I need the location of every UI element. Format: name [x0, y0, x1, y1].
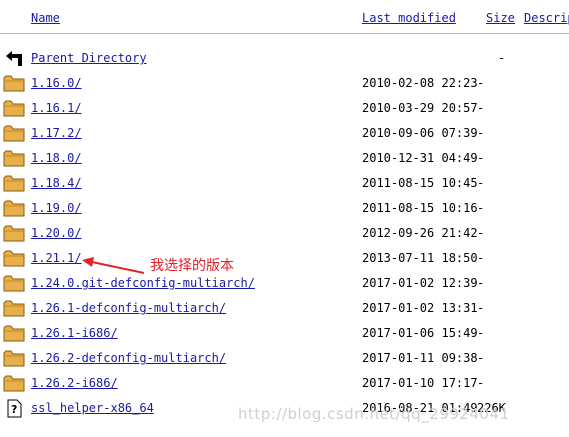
entry-link[interactable]: 1.18.4/: [31, 176, 82, 190]
entry-link[interactable]: ssl_helper-x86_64: [31, 401, 154, 415]
listing-row: 1.16.0/2010-02-08 22:23-: [0, 71, 569, 96]
entry-link[interactable]: 1.21.1/: [31, 251, 82, 265]
watermark: http://blog.csdn.net/qq_29924041: [238, 405, 510, 423]
folder-icon: [3, 249, 25, 268]
annotation-text: 我选择的版本: [150, 258, 234, 274]
folder-icon: [3, 99, 25, 118]
svg-text:?: ?: [11, 403, 17, 416]
entry-link[interactable]: 1.17.2/: [31, 126, 82, 140]
back-arrow-icon: [3, 49, 25, 68]
entry-size: -: [477, 201, 485, 215]
folder-icon: [3, 174, 25, 193]
entry-size: -: [477, 301, 485, 315]
listing-row: 1.19.0/2011-08-15 10:16-: [0, 196, 569, 221]
entry-date: 2017-01-10 17:17: [362, 376, 478, 390]
folder-icon: [3, 74, 25, 93]
folder-icon: [3, 149, 25, 168]
listing-row: 1.18.0/2010-12-31 04:49-: [0, 146, 569, 171]
entry-link[interactable]: 1.18.0/: [31, 151, 82, 165]
listing-row: 1.26.1-defconfig-multiarch/2017-01-02 13…: [0, 296, 569, 321]
entry-size: -: [477, 126, 485, 140]
entry-date: 2017-01-02 13:31: [362, 301, 478, 315]
folder-icon: [3, 349, 25, 368]
unknown-file-icon: ?: [3, 399, 25, 418]
entry-link[interactable]: 1.16.1/: [31, 101, 82, 115]
column-header-last-modified[interactable]: Last modified: [362, 11, 456, 25]
entry-size: -: [477, 76, 485, 90]
column-header-description[interactable]: Descrip: [524, 11, 569, 25]
parent-directory-row: Parent Directory -: [0, 46, 569, 71]
entry-link[interactable]: 1.26.1-i686/: [31, 326, 118, 340]
entry-date: 2013-07-11 18:50: [362, 251, 478, 265]
entry-size: -: [477, 101, 485, 115]
entry-date: 2010-09-06 07:39: [362, 126, 478, 140]
entry-size: -: [477, 151, 485, 165]
parent-size: -: [498, 51, 506, 65]
entry-date: 2010-12-31 04:49: [362, 151, 478, 165]
entry-size: -: [477, 226, 485, 240]
listing-row: 1.26.1-i686/2017-01-06 15:49-: [0, 321, 569, 346]
listing-row: 1.18.4/2011-08-15 10:45-: [0, 171, 569, 196]
listing-row: 1.26.2-defconfig-multiarch/2017-01-11 09…: [0, 346, 569, 371]
entry-size: -: [477, 326, 485, 340]
entry-link[interactable]: 1.26.2-defconfig-multiarch/: [31, 351, 226, 365]
entry-size: -: [477, 351, 485, 365]
folder-icon: [3, 199, 25, 218]
entry-date: 2011-08-15 10:16: [362, 201, 478, 215]
entry-date: 2017-01-11 09:38: [362, 351, 478, 365]
entry-size: -: [477, 251, 485, 265]
folder-icon: [3, 324, 25, 343]
entry-link[interactable]: 1.26.1-defconfig-multiarch/: [31, 301, 226, 315]
entry-size: -: [477, 176, 485, 190]
entry-size: -: [477, 276, 485, 290]
folder-icon: [3, 124, 25, 143]
entry-size: -: [477, 376, 485, 390]
folder-icon: [3, 374, 25, 393]
entry-date: 2017-01-02 12:39: [362, 276, 478, 290]
listing-row: 1.26.2-i686/2017-01-10 17:17-: [0, 371, 569, 396]
annotation-arrow: [82, 257, 145, 274]
header-divider: [0, 33, 569, 34]
entry-link[interactable]: 1.16.0/: [31, 76, 82, 90]
entry-date: 2010-02-08 22:23: [362, 76, 478, 90]
folder-icon: [3, 299, 25, 318]
entry-link[interactable]: 1.26.2-i686/: [31, 376, 118, 390]
listing-row: 1.20.0/2012-09-26 21:42-: [0, 221, 569, 246]
parent-directory-link[interactable]: Parent Directory: [31, 51, 147, 65]
listing-row: 1.17.2/2010-09-06 07:39-: [0, 121, 569, 146]
entry-link[interactable]: 1.24.0.git-defconfig-multiarch/: [31, 276, 255, 290]
entry-link[interactable]: 1.19.0/: [31, 201, 82, 215]
entry-date: 2017-01-06 15:49: [362, 326, 478, 340]
folder-icon: [3, 274, 25, 293]
entry-date: 2012-09-26 21:42: [362, 226, 478, 240]
entry-date: 2010-03-29 20:57: [362, 101, 478, 115]
entry-date: 2011-08-15 10:45: [362, 176, 478, 190]
entry-link[interactable]: 1.20.0/: [31, 226, 82, 240]
column-header-name[interactable]: Name: [31, 11, 60, 25]
column-header-size[interactable]: Size: [486, 11, 515, 25]
listing-row: 1.16.1/2010-03-29 20:57-: [0, 96, 569, 121]
folder-icon: [3, 224, 25, 243]
